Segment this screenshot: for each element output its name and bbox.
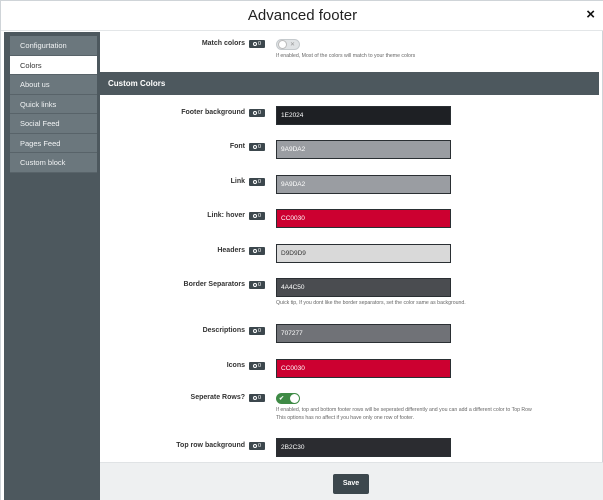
top-row-background-label: Top row background: [176, 442, 245, 449]
footer-background-label: Footer background: [181, 109, 245, 116]
badge-count: 0: [257, 144, 262, 150]
badge-count: 0: [257, 213, 262, 219]
link-color-input[interactable]: 9A9DA2: [276, 175, 451, 194]
font-color-input[interactable]: 9A9DA2: [276, 140, 451, 159]
search-badge[interactable]: 0: [249, 394, 265, 402]
sidebar-item-pages-feed[interactable]: Pages Feed: [10, 133, 97, 153]
sidebar-menu: Configurtation Colors About us Quick lin…: [10, 36, 97, 173]
separate-rows-toggle[interactable]: ✔: [276, 393, 300, 404]
modal-title: Advanced footer: [247, 7, 358, 24]
link-hover-label: Link: hover: [207, 212, 245, 219]
advanced-footer-modal: Advanced footer × Configurtation Colors …: [0, 0, 603, 500]
sidebar-item-custom-block[interactable]: Custom block: [10, 153, 97, 173]
search-icon: [252, 110, 257, 115]
badge-count: 0: [257, 179, 262, 185]
badge-count: 0: [257, 443, 262, 449]
search-badge[interactable]: 0: [249, 178, 265, 186]
save-button[interactable]: Save: [333, 474, 369, 494]
modal-footer: Save: [100, 462, 603, 500]
search-icon: [252, 395, 257, 400]
separate-rows-help-2: This options has no affect if you have o…: [276, 415, 415, 421]
link-hover-input[interactable]: CC0030: [276, 209, 451, 228]
badge-count: 0: [257, 328, 262, 334]
search-icon: [252, 282, 257, 287]
sidebar-item-quick-links[interactable]: Quick links: [10, 94, 97, 114]
badge-count: 0: [257, 41, 262, 47]
search-badge[interactable]: 0: [249, 40, 265, 48]
close-icon: ✕: [289, 42, 295, 48]
search-badge[interactable]: 0: [249, 442, 265, 450]
check-icon: ✔: [279, 396, 285, 402]
search-badge[interactable]: 0: [249, 212, 265, 220]
search-badge[interactable]: 0: [249, 327, 265, 335]
sidebar-item-social-feed[interactable]: Social Feed: [10, 114, 97, 134]
search-badge[interactable]: 0: [249, 281, 265, 289]
descriptions-color-input[interactable]: 707277: [276, 324, 451, 343]
headers-color-label: Headers: [217, 247, 245, 254]
search-badge[interactable]: 0: [249, 143, 265, 151]
footer-background-input[interactable]: 1E2024: [276, 106, 451, 125]
border-separators-label: Border Separators: [183, 281, 245, 288]
border-separators-input[interactable]: 4A4C50: [276, 278, 451, 297]
top-row-background-input[interactable]: 2B2C30: [276, 438, 451, 457]
settings-content: Match colors 0 ✕ If enabled, Most of the…: [100, 32, 599, 462]
match-colors-toggle[interactable]: ✕: [276, 39, 300, 50]
badge-count: 0: [257, 110, 262, 116]
border-separators-help: Quick tip, If you dont like the border s…: [276, 300, 466, 306]
font-color-label: Font: [229, 143, 245, 150]
sidebar-item-about-us[interactable]: About us: [10, 75, 97, 95]
badge-count: 0: [257, 395, 262, 401]
search-icon: [252, 248, 257, 253]
modal-header: Advanced footer ×: [1, 1, 603, 31]
search-icon: [252, 41, 257, 46]
search-badge[interactable]: 0: [249, 109, 265, 117]
match-colors-label: Match colors: [201, 40, 245, 47]
badge-count: 0: [257, 363, 262, 369]
custom-colors-header: Custom Colors: [100, 72, 599, 95]
search-icon: [252, 144, 257, 149]
icons-color-input[interactable]: CC0030: [276, 359, 451, 378]
search-icon: [252, 179, 257, 184]
headers-color-input[interactable]: D9D9D9: [276, 244, 451, 263]
sidebar-item-colors[interactable]: Colors: [10, 55, 97, 75]
search-icon: [252, 213, 257, 218]
sidebar: Configurtation Colors About us Quick lin…: [4, 32, 100, 500]
link-color-label: Link: [230, 178, 245, 185]
icons-color-label: Icons: [226, 362, 245, 369]
badge-count: 0: [257, 282, 262, 288]
separate-rows-label: Seperate Rows?: [190, 394, 245, 401]
separate-rows-help-1: If enabled, top and bottom footer rows w…: [276, 407, 532, 413]
sidebar-item-configuration[interactable]: Configurtation: [10, 36, 97, 56]
descriptions-color-label: Descriptions: [202, 327, 245, 334]
badge-count: 0: [257, 248, 262, 254]
toggle-knob: [290, 394, 299, 403]
toggle-knob: [278, 40, 287, 49]
search-badge[interactable]: 0: [249, 247, 265, 255]
search-icon: [252, 363, 257, 368]
close-icon[interactable]: ×: [586, 6, 595, 23]
search-icon: [252, 443, 257, 448]
match-colors-help: If enabled, Most of the colors will matc…: [276, 53, 416, 59]
search-icon: [252, 328, 257, 333]
search-badge[interactable]: 0: [249, 362, 265, 370]
